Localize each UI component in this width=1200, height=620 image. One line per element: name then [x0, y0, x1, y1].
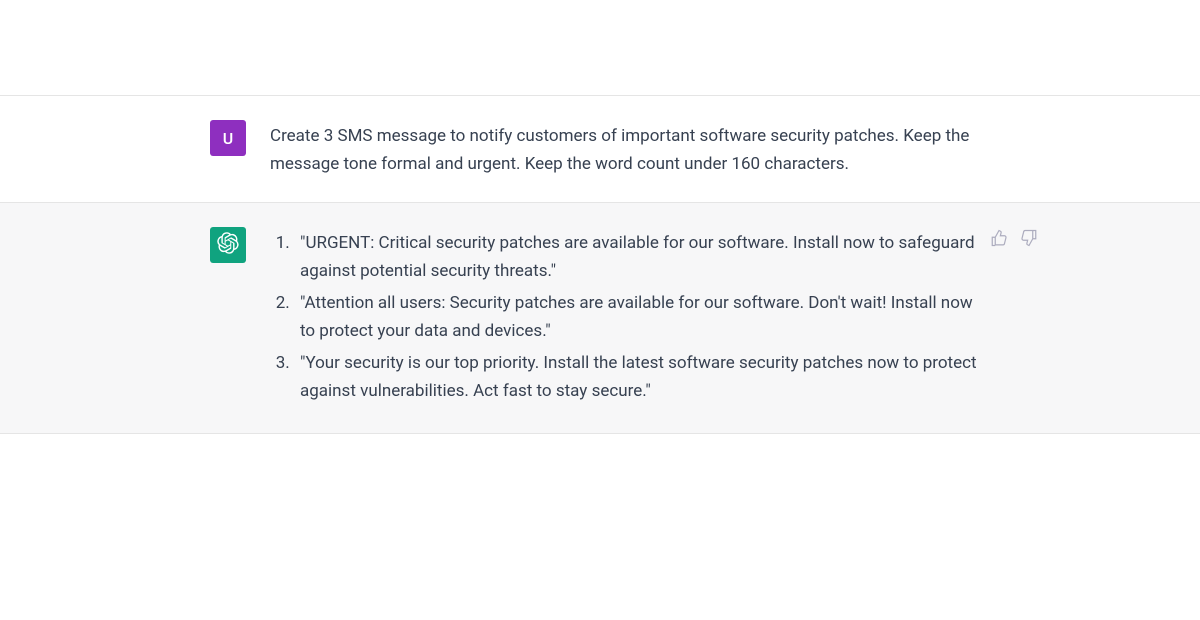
assistant-response: "URGENT: Critical security patches are a… [270, 227, 990, 409]
user-prompt-text: Create 3 SMS message to notify customers… [270, 120, 990, 178]
list-item: "URGENT: Critical security patches are a… [294, 229, 990, 285]
thumbs-up-button[interactable] [990, 229, 1010, 249]
user-message: U Create 3 SMS message to notify custome… [0, 95, 1200, 202]
thumbs-down-icon [1020, 229, 1038, 247]
assistant-message: "URGENT: Critical security patches are a… [0, 202, 1200, 434]
top-spacer [0, 0, 1200, 95]
list-item: "Attention all users: Security patches a… [294, 289, 990, 345]
feedback-controls [990, 229, 1040, 249]
thumbs-down-button[interactable] [1020, 229, 1040, 249]
list-item: "Your security is our top priority. Inst… [294, 349, 990, 405]
response-list: "URGENT: Critical security patches are a… [270, 229, 990, 405]
user-avatar-letter: U [223, 129, 233, 148]
thumbs-up-icon [990, 229, 1008, 247]
openai-logo-icon [217, 232, 239, 258]
user-avatar: U [210, 120, 246, 156]
assistant-avatar [210, 227, 246, 263]
